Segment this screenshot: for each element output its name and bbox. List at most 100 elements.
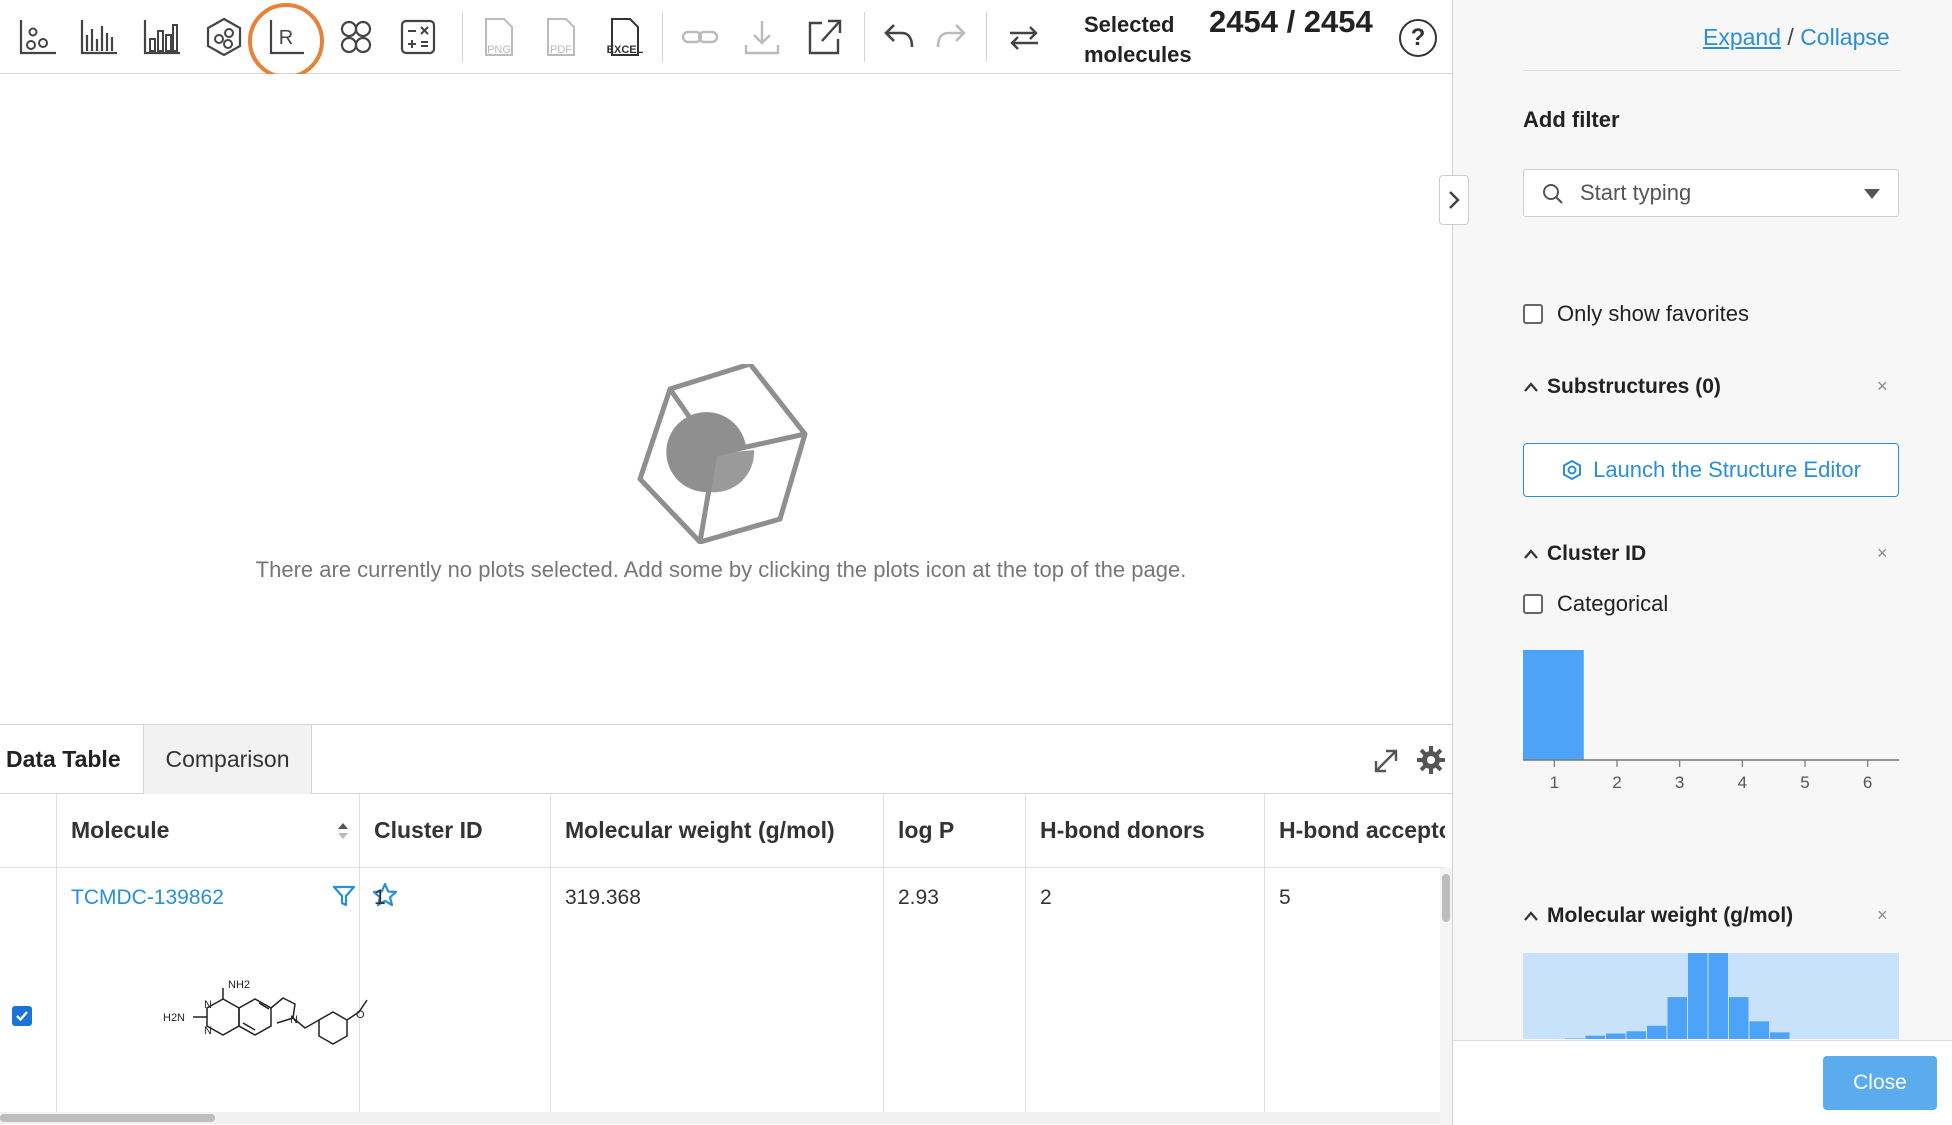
histogram-bar[interactable] [1729,997,1749,1039]
toolbar-separator [986,12,987,62]
cluster-id-remove-button[interactable]: × [1877,543,1888,564]
tab-data-table[interactable]: Data Table [0,725,143,794]
molecular-weight-section-header[interactable]: Molecular weight (g/mol) [1523,904,1793,928]
close-button[interactable]: Close [1823,1056,1937,1110]
toolbar-separator [662,12,663,62]
panel-footer: Close [1453,1040,1952,1125]
substructures-section-header[interactable]: Substructures (0) [1523,375,1721,399]
x-tick-label: 2 [1612,773,1621,792]
add-filter-input[interactable] [1580,178,1850,208]
launch-structure-editor-label: Launch the Structure Editor [1593,457,1861,482]
scatter-plot-button[interactable] [14,13,62,61]
cluster-button[interactable] [200,13,248,61]
undo-button[interactable] [874,13,922,61]
select-column-header [0,794,56,868]
gear-icon[interactable] [1416,745,1446,775]
histogram-bar[interactable] [1585,1035,1606,1039]
histogram-bar[interactable] [1770,1032,1790,1039]
histogram-bar[interactable] [1708,953,1729,1039]
substructures-title: Substructures (0) [1547,375,1721,398]
export-excel-button[interactable]: EXCEL [600,13,648,61]
cluster-id-column: Cluster ID 1 [360,794,551,1112]
horizontal-scroll-thumb[interactable] [0,1114,215,1122]
column-header-hbond-donors[interactable]: H-bond donors [1026,794,1264,868]
histogram-bar[interactable] [1565,1038,1585,1039]
only-favorites-label: Only show favorites [1557,301,1749,326]
cluster-id-histogram[interactable]: 1 2 3 4 5 6 [1523,640,1903,800]
histogram-bar[interactable] [1523,650,1584,760]
molecular-weight-remove-button[interactable]: × [1877,905,1888,926]
main-area: R PNG PDF EXCEL Selected molecules 2454 … [0,0,1469,1125]
row-checkbox[interactable] [12,1006,32,1026]
histogram-bar[interactable] [1688,953,1708,1039]
share-link-button[interactable] [676,13,724,61]
histogram-bar[interactable] [1749,1021,1770,1039]
categorical-checkbox[interactable] [1523,594,1543,614]
select-column [0,794,57,1112]
molecular-weight-title: Molecular weight (g/mol) [1547,904,1794,927]
sort-icon[interactable] [337,822,349,840]
add-filter-title: Add filter [1523,107,1620,132]
search-icon [1543,184,1563,204]
hbond-donors-cell: 2 [1040,886,1052,909]
column-header-hbond-acceptors[interactable]: H-bond accepto [1265,794,1445,868]
expand-collapse-links: Expand / Collapse [1703,24,1890,51]
svg-text:EXCEL: EXCEL [607,44,644,56]
swap-icon [1010,26,1038,50]
cluster-id-section-header[interactable]: Cluster ID [1523,542,1646,566]
tab-comparison[interactable]: Comparison [143,725,312,794]
data-table-area: Data Table Comparison Molecule TCMDC-139… [0,724,1452,1125]
panel-toggle-handle[interactable] [1439,175,1469,225]
expand-link[interactable]: Expand [1703,24,1781,50]
column-header-molecule[interactable]: Molecule [57,794,359,868]
calculator-button[interactable] [394,13,442,61]
histogram-bar[interactable] [1667,997,1688,1039]
redo-icon [936,24,966,48]
substructures-remove-button[interactable]: × [1877,376,1888,397]
svg-text:PDF: PDF [550,44,572,56]
column-header-molecular-weight[interactable]: Molecular weight (g/mol) [551,794,883,868]
export-png-button[interactable]: PNG [474,13,522,61]
vertical-scroll-thumb[interactable] [1442,874,1450,922]
swap-button[interactable] [1000,13,1048,61]
venn-icon [340,20,372,54]
only-favorites-checkbox[interactable] [1523,304,1543,324]
filter-panel: Expand / Collapse Add filter Only show f… [1452,0,1952,1125]
filter-icon[interactable] [331,883,357,909]
dropdown-caret-icon[interactable] [1864,189,1880,199]
open-external-button[interactable] [800,13,848,61]
histogram-bar[interactable] [1606,1033,1626,1039]
toolbar-separator [462,12,463,62]
cluster-icon [206,17,242,57]
help-icon: ? [1410,24,1426,51]
molecular-weight-column: Molecular weight (g/mol) 319.368 [551,794,884,1112]
n-label: N [204,1025,212,1037]
launch-structure-editor-button[interactable]: Launch the Structure Editor [1523,443,1899,497]
separator-slash: / [1781,24,1801,50]
collapse-link[interactable]: Collapse [1800,24,1890,50]
add-filter-select[interactable] [1523,169,1899,217]
help-button[interactable]: ? [1399,19,1437,57]
bar-chart-button[interactable] [138,13,186,61]
png-icon: PNG [485,18,513,56]
column-header-cluster-id[interactable]: Cluster ID [360,794,550,868]
venn-button[interactable] [332,13,380,61]
molecule-column: Molecule TCMDC-139862 NH2 H2N N N N O [57,794,398,1112]
hbond-acceptors-cell: 5 [1279,886,1291,909]
column-header-log-p[interactable]: log P [884,794,1025,868]
histogram-button[interactable] [75,13,123,61]
export-pdf-button[interactable]: PDF [536,13,584,61]
horizontal-scrollbar[interactable] [0,1112,1445,1124]
histogram-bar[interactable] [1647,1025,1667,1039]
vertical-scrollbar[interactable] [1440,868,1452,1125]
svg-text:PNG: PNG [487,44,511,56]
molecular-weight-histogram[interactable] [1523,953,1899,1039]
download-button[interactable] [738,13,786,61]
histogram-bar[interactable] [1626,1031,1647,1039]
redo-button[interactable] [928,13,976,61]
molecule-id-link[interactable]: TCMDC-139862 [71,886,224,909]
selected-molecules-label: Selected molecules [1084,12,1192,67]
molecule-structure-image: NH2 H2N N N N O [163,979,368,1045]
expand-icon[interactable] [1372,747,1400,775]
column-header-label: Molecule [71,817,170,843]
